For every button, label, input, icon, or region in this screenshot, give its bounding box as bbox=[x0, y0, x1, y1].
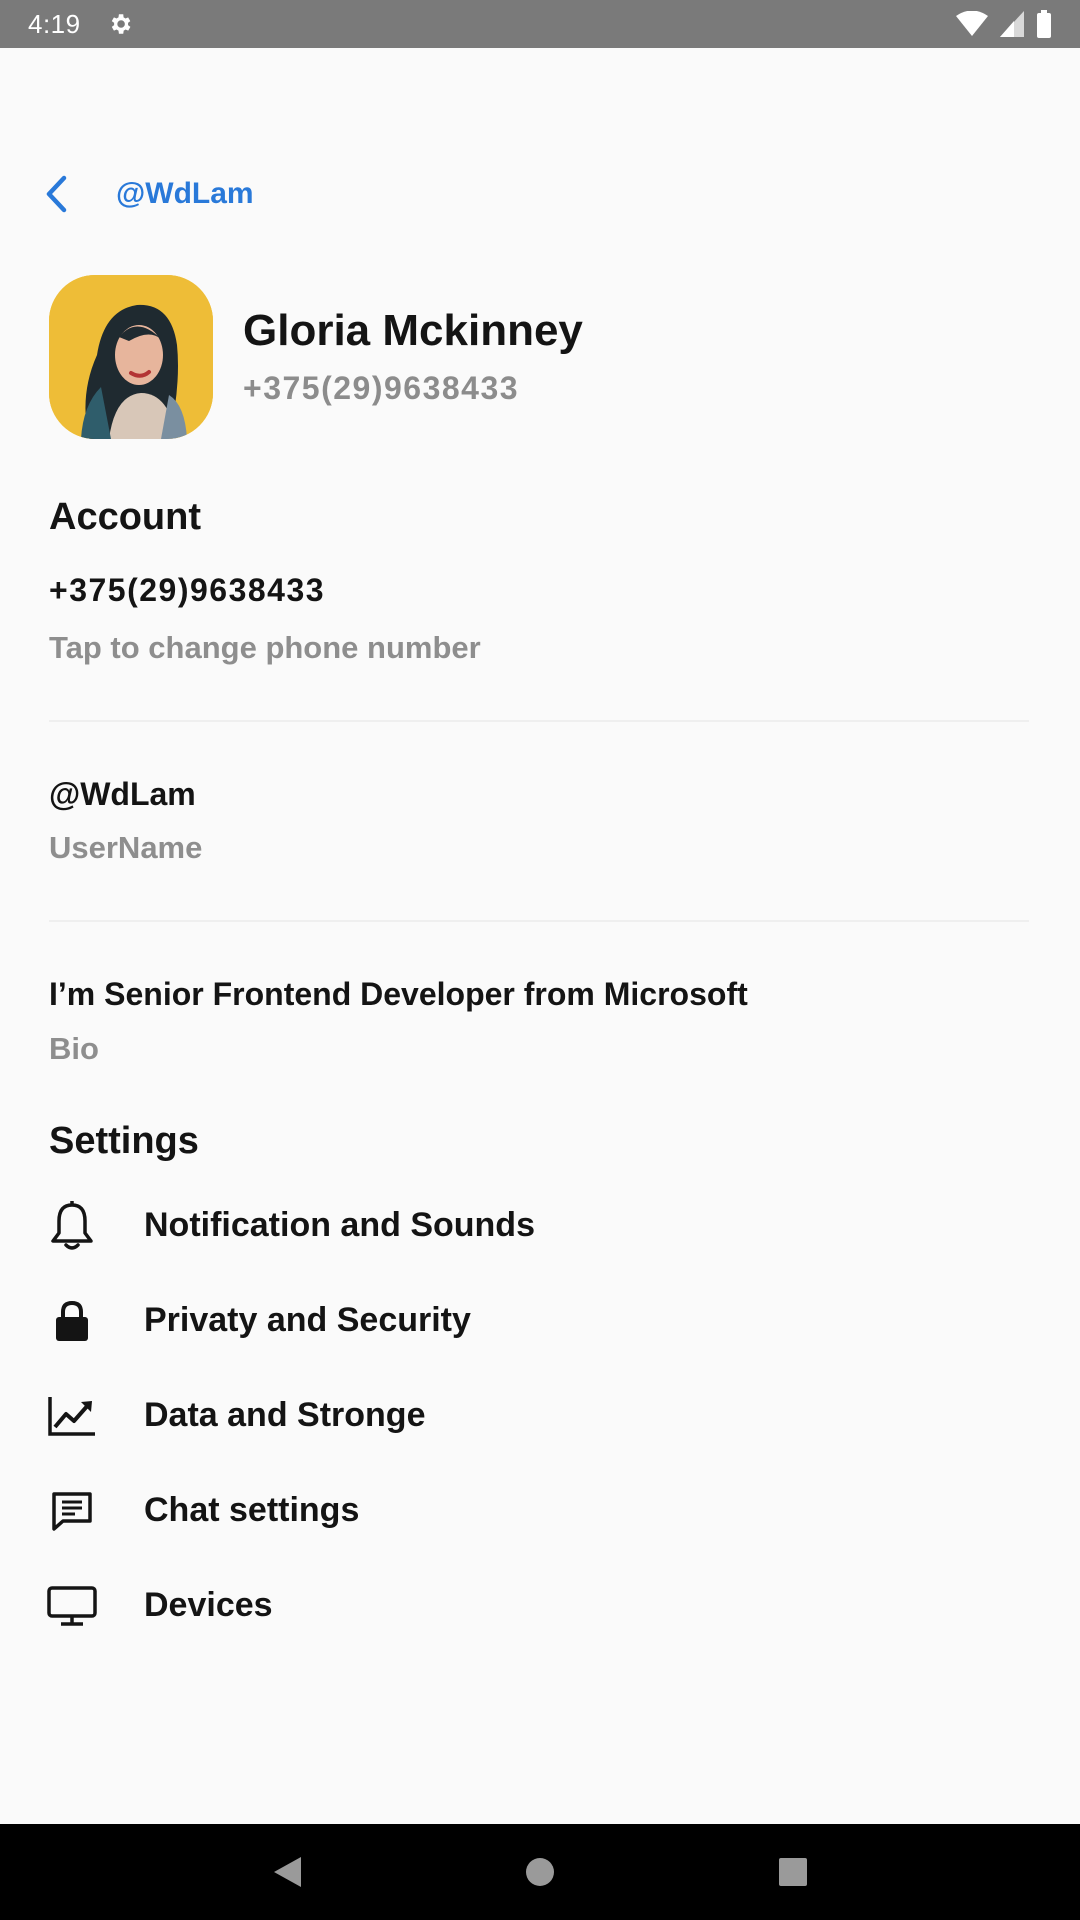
square-recents-icon bbox=[779, 1858, 808, 1886]
avatar-photo bbox=[49, 275, 213, 439]
settings-item-privacy[interactable]: Privaty and Security bbox=[44, 1273, 1034, 1368]
chart-icon bbox=[44, 1388, 100, 1444]
account-phone-hint: Tap to change phone number bbox=[49, 630, 481, 665]
settings-item-chat[interactable]: Chat settings bbox=[44, 1463, 1034, 1558]
account-bio-label: Bio bbox=[49, 1031, 99, 1066]
nav-home-button[interactable] bbox=[510, 1842, 570, 1902]
account-section-title: Account bbox=[49, 496, 201, 538]
wifi-icon bbox=[956, 11, 988, 36]
status-time: 4:19 bbox=[28, 8, 81, 39]
account-bio-value[interactable]: I’m Senior Frontend Developer from Micro… bbox=[49, 976, 748, 1013]
divider bbox=[49, 720, 1029, 722]
battery-icon bbox=[1037, 10, 1051, 38]
nav-back-button[interactable] bbox=[257, 1842, 317, 1902]
settings-item-label: Devices bbox=[144, 1586, 273, 1624]
chevron-left-icon bbox=[46, 175, 67, 213]
divider bbox=[49, 920, 1029, 922]
status-indicators bbox=[956, 10, 1052, 38]
nav-recents-button[interactable] bbox=[763, 1842, 823, 1902]
header-username: @WdLam bbox=[116, 177, 254, 210]
settings-item-label: Chat settings bbox=[144, 1491, 360, 1529]
system-nav-bar bbox=[0, 1824, 1080, 1920]
bell-icon bbox=[44, 1198, 100, 1254]
account-phone-value[interactable]: +375(29)9638433 bbox=[49, 572, 325, 609]
settings-item-data[interactable]: Data and Stronge bbox=[44, 1368, 1034, 1463]
settings-list: Notification and Sounds Privaty and Secu… bbox=[44, 1178, 1034, 1653]
circle-home-icon bbox=[525, 1858, 554, 1886]
settings-item-notifications[interactable]: Notification and Sounds bbox=[44, 1178, 1034, 1273]
monitor-icon bbox=[44, 1578, 100, 1634]
app-header: @WdLam bbox=[44, 166, 254, 222]
signal-icon bbox=[1000, 11, 1024, 37]
chat-icon bbox=[44, 1483, 100, 1539]
settings-item-devices[interactable]: Devices bbox=[44, 1558, 1034, 1653]
settings-section-title: Settings bbox=[49, 1120, 199, 1162]
settings-item-label: Notification and Sounds bbox=[144, 1206, 535, 1244]
account-username-label: UserName bbox=[49, 830, 203, 865]
settings-item-label: Data and Stronge bbox=[144, 1396, 426, 1434]
avatar[interactable] bbox=[49, 275, 213, 439]
profile-card: Gloria Mckinney +375(29)9638433 bbox=[49, 275, 583, 439]
lock-icon bbox=[44, 1293, 100, 1349]
profile-info: Gloria Mckinney +375(29)9638433 bbox=[243, 306, 583, 406]
back-button[interactable] bbox=[44, 174, 78, 214]
account-username-value[interactable]: @WdLam bbox=[49, 776, 196, 813]
profile-phone: +375(29)9638433 bbox=[243, 369, 520, 406]
triangle-back-icon bbox=[273, 1857, 301, 1887]
profile-name: Gloria Mckinney bbox=[243, 306, 583, 356]
profile-settings-screen: 4:19 @WdLam Gloria Mckinney +375(29)9638… bbox=[0, 0, 1080, 1920]
settings-item-label: Privaty and Security bbox=[144, 1301, 471, 1339]
gear-icon bbox=[111, 14, 131, 34]
status-bar: 4:19 bbox=[0, 0, 1080, 48]
